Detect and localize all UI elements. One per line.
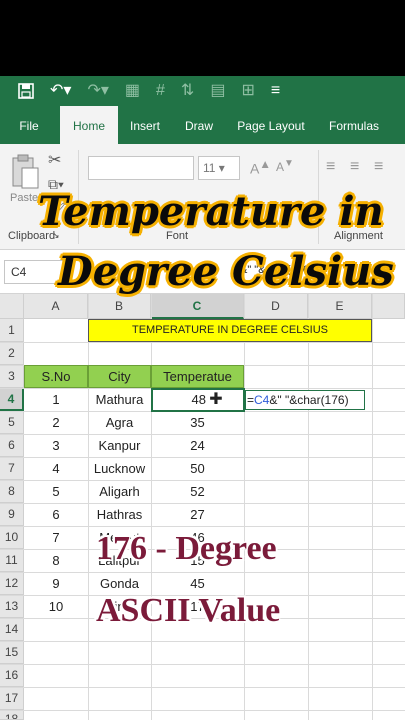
cell-temperature[interactable]: 24 <box>151 434 244 457</box>
row-header[interactable]: 7 <box>0 457 24 480</box>
cell-sno[interactable]: 1 <box>24 388 88 411</box>
cell-sno[interactable]: 6 <box>24 503 88 526</box>
header-cell-city[interactable]: City <box>88 365 151 388</box>
row-header[interactable]: 14 <box>0 618 24 641</box>
cell-sno[interactable]: 5 <box>24 480 88 503</box>
row-header[interactable]: 4 <box>0 388 24 411</box>
tab-insert[interactable]: Insert <box>122 106 168 144</box>
cell-city[interactable]: Agra <box>88 411 151 434</box>
cell-city[interactable]: Aligarh <box>88 480 151 503</box>
sort-icon[interactable]: ⇅ <box>181 83 194 99</box>
cursor-plus-icon: ✚ <box>209 391 223 408</box>
gridline <box>244 294 245 720</box>
overlay-title-line1: Temperature in <box>38 188 384 235</box>
save-icon[interactable] <box>18 83 34 99</box>
column-header-d[interactable]: D <box>244 294 308 319</box>
name-box[interactable]: C4 <box>4 260 64 284</box>
gridline <box>0 710 405 711</box>
cell-city[interactable]: Hathras <box>88 503 151 526</box>
tab-home[interactable]: Home <box>60 106 118 144</box>
column-header-a[interactable]: A <box>24 294 88 319</box>
row-header[interactable]: 2 <box>0 342 24 365</box>
align-bottom-icon[interactable]: ≡ <box>374 158 383 176</box>
cell-temperature[interactable]: 52 <box>151 480 244 503</box>
cell-sno[interactable]: 8 <box>24 549 88 572</box>
active-cell-border <box>151 388 245 412</box>
table-icon[interactable]: ▦ <box>125 83 140 99</box>
cell-city[interactable]: Lucknow <box>88 457 151 480</box>
row-header[interactable]: 6 <box>0 434 24 457</box>
formula-rest: &" "&char(176) <box>269 393 349 407</box>
cut-icon[interactable]: ✂ <box>48 150 61 170</box>
increase-font-icon[interactable]: A▲ <box>250 158 271 177</box>
gridline <box>0 342 405 343</box>
select-all-corner[interactable] <box>0 294 24 319</box>
column-header-b[interactable]: B <box>88 294 151 319</box>
quick-access-toolbar: ↶▾ ↷▾ ▦ # ⇅ ▤ ⊞ ≡ <box>0 76 405 106</box>
row-header[interactable]: 3 <box>0 365 24 388</box>
customize-qat-icon[interactable]: ≡ <box>271 83 280 99</box>
row-header[interactable]: 8 <box>0 480 24 503</box>
row-header[interactable]: 13 <box>0 595 24 618</box>
decrease-font-icon[interactable]: A▼ <box>276 158 294 174</box>
row-header[interactable]: 18 <box>0 710 24 720</box>
cell-sno[interactable]: 4 <box>24 457 88 480</box>
paste-icon[interactable] <box>10 152 40 192</box>
row-header[interactable]: 15 <box>0 641 24 664</box>
gridline <box>308 294 309 720</box>
gridline <box>0 687 405 688</box>
header-cell-temperature[interactable]: Temperatue <box>151 365 244 388</box>
row-header[interactable]: 12 <box>0 572 24 595</box>
chart-icon[interactable]: ▤ <box>210 83 225 99</box>
align-top-icon[interactable]: ≡ <box>326 158 335 176</box>
row-header[interactable]: 17 <box>0 687 24 710</box>
cell-city[interactable]: Mathura <box>88 388 151 411</box>
overlay-caption-line1: 176 - Degree <box>96 530 277 567</box>
column-header-c[interactable]: C <box>151 294 244 319</box>
font-size-value: 11 <box>203 161 216 175</box>
tab-file[interactable]: File <box>6 106 52 144</box>
redo-icon[interactable]: ↷▾ <box>87 83 108 99</box>
gridline <box>372 294 373 720</box>
font-name-box[interactable] <box>88 156 194 180</box>
spreadsheet-grid[interactable]: A B C D E 1 2 3 4 5 6 7 8 9 10 11 12 13 … <box>0 294 405 720</box>
row-header[interactable]: 11 <box>0 549 24 572</box>
align-middle-icon[interactable]: ≡ <box>350 158 359 176</box>
format-icon[interactable]: ⊞ <box>241 83 254 99</box>
overlay-caption-line2: ASCII Value <box>96 592 281 629</box>
cell-sno[interactable]: 10 <box>24 595 88 618</box>
row-header[interactable]: 16 <box>0 664 24 687</box>
top-black-bar <box>0 0 405 76</box>
tab-formulas[interactable]: Formulas <box>322 106 386 144</box>
gridline <box>0 664 405 665</box>
font-size-box[interactable]: 11 ▾ <box>198 156 240 180</box>
cell-temperature[interactable]: 35 <box>151 411 244 434</box>
cell-sno[interactable]: 2 <box>24 411 88 434</box>
overlay-title-line2: Degree Celsius <box>58 248 394 295</box>
formula-equals: = <box>247 393 255 407</box>
row-header[interactable]: 5 <box>0 411 24 434</box>
cell-temperature[interactable]: 27 <box>151 503 244 526</box>
row-header[interactable]: 9 <box>0 503 24 526</box>
header-cell-sno[interactable]: S.No <box>24 365 88 388</box>
tab-draw[interactable]: Draw <box>176 106 222 144</box>
column-header-f[interactable] <box>372 294 405 319</box>
cell-city[interactable]: Kanpur <box>88 434 151 457</box>
paste-label: Paste <box>10 192 39 204</box>
column-header-e[interactable]: E <box>308 294 372 319</box>
hash-icon[interactable]: # <box>156 83 165 99</box>
formula-ref: C4 <box>254 393 270 407</box>
cell-sno[interactable]: 7 <box>24 526 88 549</box>
row-header[interactable]: 1 <box>0 319 24 342</box>
cell-sno[interactable]: 9 <box>24 572 88 595</box>
tab-page-layout[interactable]: Page Layout <box>232 106 310 144</box>
title-cell[interactable]: TEMPERATURE IN DEGREE CELSIUS <box>88 319 372 342</box>
cell-temperature[interactable]: 50 <box>151 457 244 480</box>
gridline <box>0 641 405 642</box>
ribbon-tabs: File Home Insert Draw Page Layout Formul… <box>0 106 405 144</box>
cell-sno[interactable]: 3 <box>24 434 88 457</box>
editing-cell-d4[interactable]: =C4&" "&char(176) <box>245 390 365 410</box>
row-header[interactable]: 10 <box>0 526 24 549</box>
undo-icon[interactable]: ↶▾ <box>50 83 71 99</box>
